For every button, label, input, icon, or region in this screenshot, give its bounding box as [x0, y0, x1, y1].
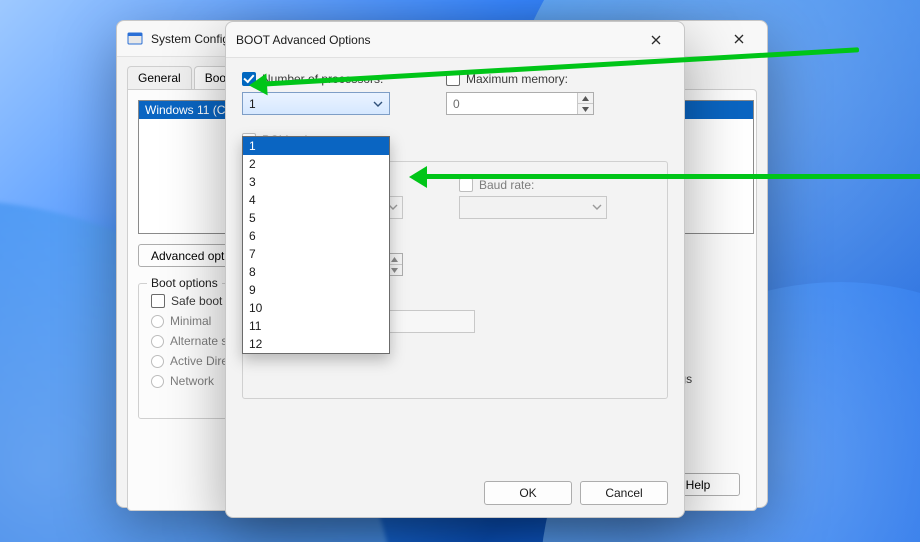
num-processors-option[interactable]: 3 — [243, 173, 389, 191]
chevron-down-icon — [371, 97, 385, 111]
num-processors-dropdown[interactable]: 123456789101112 — [242, 136, 390, 354]
baud-rate-checkbox[interactable]: Baud rate: — [459, 178, 607, 192]
num-processors-option[interactable]: 2 — [243, 155, 389, 173]
chevron-down-icon — [592, 201, 602, 215]
num-processors-option[interactable]: 4 — [243, 191, 389, 209]
num-processors-option[interactable]: 10 — [243, 299, 389, 317]
close-button[interactable] — [717, 23, 761, 55]
dialog-title: BOOT Advanced Options — [236, 33, 371, 47]
close-icon — [651, 35, 661, 45]
titlebar[interactable]: BOOT Advanced Options — [226, 22, 684, 58]
num-processors-option[interactable]: 12 — [243, 335, 389, 353]
checkbox-icon — [151, 294, 165, 308]
max-memory-value: 0 — [453, 97, 460, 111]
cancel-button[interactable]: Cancel — [580, 481, 668, 505]
num-processors-value: 1 — [249, 97, 256, 111]
max-memory-spinner[interactable]: 0 — [446, 92, 594, 115]
num-processors-option[interactable]: 11 — [243, 317, 389, 335]
spinner-down[interactable] — [578, 104, 593, 114]
num-processors-option[interactable]: 9 — [243, 281, 389, 299]
num-processors-option[interactable]: 6 — [243, 227, 389, 245]
tab-general[interactable]: General — [127, 66, 192, 90]
num-processors-option[interactable]: 1 — [243, 137, 389, 155]
num-processors-option[interactable]: 7 — [243, 245, 389, 263]
msconfig-icon — [127, 31, 143, 47]
annotation-arrow — [416, 174, 920, 179]
num-processors-option[interactable]: 8 — [243, 263, 389, 281]
close-icon — [734, 34, 744, 44]
num-processors-option[interactable]: 5 — [243, 209, 389, 227]
boot-options-legend: Boot options — [147, 276, 222, 290]
ok-button[interactable]: OK — [484, 481, 572, 505]
spinner-up[interactable] — [578, 93, 593, 104]
boot-advanced-options-dialog: BOOT Advanced Options Number of processo… — [225, 21, 685, 518]
close-button[interactable] — [634, 24, 678, 56]
baud-rate-combo — [459, 196, 607, 219]
